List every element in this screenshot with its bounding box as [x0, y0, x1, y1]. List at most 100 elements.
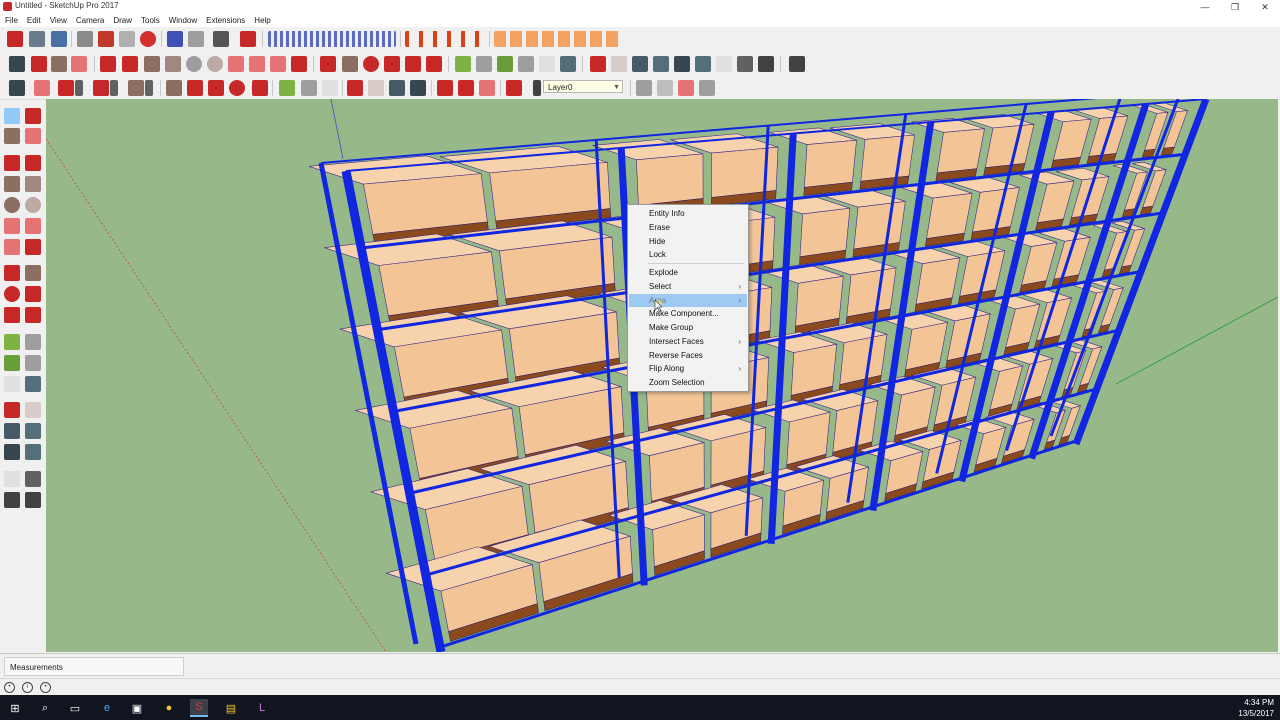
paint-bucket-icon[interactable] [51, 56, 67, 72]
zoom-extents-icon[interactable] [4, 444, 20, 460]
context-menu-item-zoom-selection[interactable]: Zoom Selection [629, 376, 747, 389]
zoom-icon[interactable] [632, 56, 648, 72]
shelf-tools-icon[interactable] [405, 31, 485, 47]
rectangle-icon[interactable] [4, 176, 20, 192]
layer-manager-icon[interactable] [506, 80, 522, 96]
undo-icon[interactable] [167, 31, 183, 47]
move-icon[interactable] [4, 265, 20, 281]
walk-icon[interactable] [758, 56, 774, 72]
section-plane-icon[interactable] [25, 492, 41, 508]
two-point-arc-icon[interactable] [249, 56, 265, 72]
menu-help[interactable]: Help [249, 14, 274, 27]
paste-icon[interactable] [119, 31, 135, 47]
pan-tool-icon[interactable] [368, 80, 384, 96]
previous-view-icon[interactable] [695, 56, 711, 72]
scale-tool-icon[interactable] [252, 80, 268, 96]
context-menu-item-explode[interactable]: Explode [629, 266, 747, 279]
eraser-icon[interactable] [71, 56, 87, 72]
model-info-icon[interactable] [240, 31, 256, 47]
info-icon[interactable]: i [22, 682, 33, 693]
next-scene-icon[interactable] [678, 80, 694, 96]
rotate-icon[interactable] [363, 56, 379, 72]
eraser-icon[interactable] [25, 128, 41, 144]
zoom-extents-icon[interactable] [674, 56, 690, 72]
geo-location-icon[interactable]: • [4, 682, 15, 693]
pan-icon[interactable] [25, 402, 41, 418]
layout-icon[interactable]: L [253, 699, 271, 717]
search-icon[interactable]: ⌕ [36, 699, 54, 717]
zoom-tool-icon[interactable] [389, 80, 405, 96]
axes-icon[interactable] [539, 56, 555, 72]
push-pull-tool-icon[interactable] [166, 80, 182, 96]
system-clock[interactable]: 4:34 PM 13/5/2017 [1238, 697, 1274, 719]
section-plane-icon[interactable] [789, 56, 805, 72]
save-icon[interactable] [51, 31, 67, 47]
pallet-tools-icon[interactable] [494, 31, 619, 47]
arc-icon[interactable] [4, 218, 20, 234]
previous-scene-icon[interactable] [657, 80, 673, 96]
file-explorer-icon[interactable]: ▤ [222, 699, 240, 717]
select-tool-icon[interactable] [4, 108, 20, 124]
rotate-tool-icon[interactable] [229, 80, 245, 96]
context-menu-item-make-component[interactable]: Make Component... [629, 307, 747, 320]
look-around-icon[interactable] [25, 471, 41, 487]
polygon-icon[interactable] [25, 197, 41, 213]
chevron-down-icon[interactable] [75, 80, 83, 96]
walk-icon[interactable] [4, 492, 20, 508]
pencil-icon[interactable] [58, 80, 74, 96]
line-icon[interactable] [100, 56, 116, 72]
scale-icon[interactable] [4, 307, 20, 323]
line-icon[interactable] [4, 155, 20, 171]
follow-me-icon[interactable] [25, 286, 41, 302]
arc-tools-icon[interactable] [93, 80, 109, 96]
context-menu-item-make-group[interactable]: Make Group [629, 321, 747, 334]
rotate-icon[interactable] [4, 286, 20, 302]
rectangle-icon[interactable] [144, 56, 160, 72]
orbit-icon[interactable] [4, 402, 20, 418]
menu-view[interactable]: View [45, 14, 71, 27]
freehand-icon[interactable] [25, 155, 41, 171]
minimize-button[interactable]: — [1190, 0, 1220, 14]
rotated-rectangle-icon[interactable] [165, 56, 181, 72]
make-component-icon[interactable] [25, 108, 41, 124]
share-model-icon[interactable] [479, 80, 495, 96]
warehouse-icon[interactable] [437, 80, 453, 96]
erase-icon[interactable] [140, 31, 156, 47]
push-pull-icon[interactable] [342, 56, 358, 72]
context-menu-item-lock[interactable]: Lock [629, 248, 747, 261]
two-point-arc-icon[interactable] [25, 218, 41, 234]
context-menu-item-flip-along[interactable]: Flip Along › [629, 362, 747, 375]
3d-text-icon[interactable] [25, 376, 41, 392]
orbit-tool-icon[interactable] [347, 80, 363, 96]
position-camera-icon[interactable] [716, 56, 732, 72]
extension-warehouse-icon[interactable] [458, 80, 474, 96]
protractor-icon[interactable] [4, 355, 20, 371]
context-menu-item-intersect-faces[interactable]: Intersect Faces › [629, 335, 747, 348]
offset-icon[interactable] [25, 307, 41, 323]
text-icon[interactable] [25, 355, 41, 371]
start-icon[interactable]: ⊞ [6, 699, 24, 717]
offset-icon[interactable] [426, 56, 442, 72]
tape-measure-tool-icon[interactable] [279, 80, 295, 96]
paint-bucket-icon[interactable] [4, 128, 20, 144]
tape-measure-icon[interactable] [4, 334, 20, 350]
push-pull-icon[interactable] [25, 265, 41, 281]
layer-select[interactable]: Layer0 ▼ [543, 80, 623, 93]
print-icon[interactable] [213, 31, 229, 47]
context-menu-item-reverse-faces[interactable]: Reverse Faces [629, 349, 747, 362]
orbit-icon[interactable] [590, 56, 606, 72]
follow-me-tool-icon[interactable] [187, 80, 203, 96]
select-tool-icon[interactable] [9, 80, 25, 96]
menu-edit[interactable]: Edit [22, 14, 45, 27]
follow-me-icon[interactable] [384, 56, 400, 72]
pan-icon[interactable] [611, 56, 627, 72]
menu-tools[interactable]: Tools [136, 14, 164, 27]
context-menu-item-entity-info[interactable]: Entity Info [629, 207, 747, 220]
polygon-icon[interactable] [207, 56, 223, 72]
zoom-icon[interactable] [4, 423, 20, 439]
user-account-icon[interactable]: • [40, 682, 51, 693]
zoom-window-icon[interactable] [25, 423, 41, 439]
move-icon[interactable] [320, 56, 336, 72]
arc-icon[interactable] [228, 56, 244, 72]
context-menu-item-area[interactable]: Area› [629, 294, 747, 307]
